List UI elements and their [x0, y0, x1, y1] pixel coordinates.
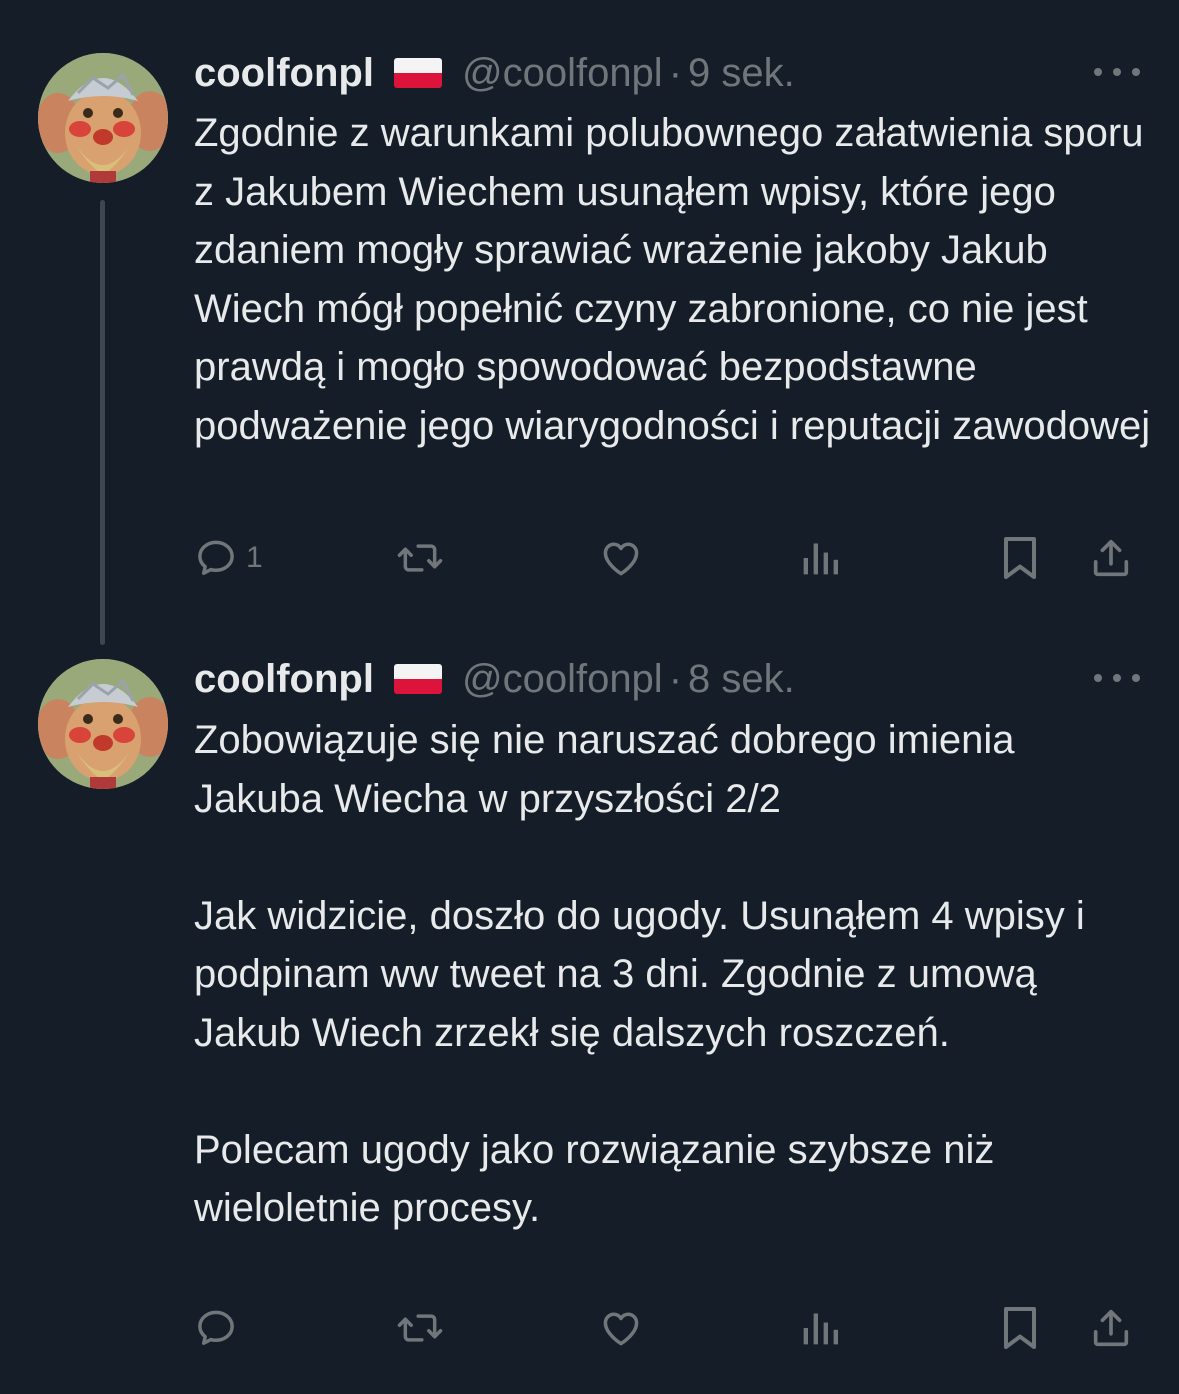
- retweet-button[interactable]: [396, 530, 444, 586]
- separator-dot: ·: [668, 656, 683, 701]
- views-icon: [803, 1313, 838, 1345]
- share-button[interactable]: [1088, 1300, 1134, 1356]
- tweet-actions: [0, 1300, 1179, 1356]
- like-button[interactable]: [598, 1300, 644, 1356]
- bookmark-button[interactable]: [998, 530, 1042, 586]
- reply-button[interactable]: 1: [194, 530, 263, 586]
- retweet-icon: [397, 1314, 443, 1342]
- bookmark-button[interactable]: [998, 1300, 1042, 1356]
- retweet-button[interactable]: [396, 1300, 444, 1356]
- poland-flag-icon: [393, 58, 442, 88]
- timestamp[interactable]: 8 sek.: [688, 657, 795, 702]
- timestamp[interactable]: 9 sek.: [688, 51, 795, 96]
- bookmark-icon: [1004, 1307, 1036, 1349]
- retweet-icon: [397, 544, 443, 572]
- display-name[interactable]: coolfonpl: [194, 51, 374, 96]
- share-icon: [1093, 539, 1129, 577]
- avatar-image: [38, 53, 168, 183]
- tweet-paragraph: Polecam ugody jako rozwiązanie szybsze n…: [194, 1127, 995, 1231]
- views-button[interactable]: [800, 1300, 840, 1356]
- tweet-header: coolfonpl @coolfonpl · 8 sek.: [194, 654, 795, 704]
- display-name[interactable]: coolfonpl: [194, 657, 374, 702]
- like-icon: [603, 542, 639, 576]
- tweet-paragraph: Zgodnie z warunkami polubownego załatwie…: [194, 111, 1151, 448]
- tweet-paragraph: Zobowiązuje się nie naruszać dobrego imi…: [194, 718, 1015, 821]
- tweet-text: Zgodnie z warunkami polubownego załatwie…: [194, 104, 1154, 455]
- share-button[interactable]: [1088, 530, 1134, 586]
- views-button[interactable]: [800, 530, 840, 586]
- reply-icon: [198, 540, 234, 575]
- more-options-icon[interactable]: [1094, 52, 1140, 92]
- user-handle[interactable]: @coolfonpl: [462, 657, 663, 702]
- tweet-actions: 1: [0, 530, 1179, 586]
- avatar[interactable]: [38, 659, 168, 789]
- reply-icon: [198, 1310, 234, 1345]
- avatar-image: [38, 659, 168, 789]
- tweet-text: Zobowiązuje się nie naruszać dobrego imi…: [194, 711, 1154, 1238]
- share-icon: [1093, 1309, 1129, 1347]
- poland-flag-icon: [393, 664, 442, 694]
- bookmark-icon: [1004, 537, 1036, 579]
- like-icon: [603, 1312, 639, 1346]
- more-options-icon[interactable]: [1094, 658, 1140, 698]
- like-button[interactable]: [598, 530, 644, 586]
- reply-button[interactable]: [194, 1300, 246, 1356]
- tweet-header: coolfonpl @coolfonpl · 9 sek.: [194, 48, 795, 98]
- separator-dot: ·: [668, 50, 683, 95]
- reply-count: 1: [246, 541, 263, 574]
- views-icon: [803, 543, 838, 575]
- avatar[interactable]: [38, 53, 168, 183]
- user-handle[interactable]: @coolfonpl: [462, 51, 663, 96]
- tweet-paragraph: Jak widzicie, doszło do ugody. Usunąłem …: [194, 893, 1085, 1055]
